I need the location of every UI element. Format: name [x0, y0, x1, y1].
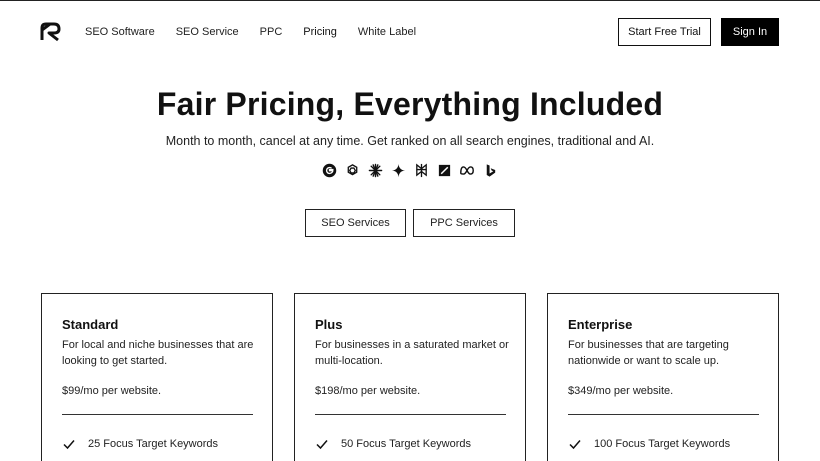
plan-feature-label: 25 Focus Target Keywords	[88, 438, 219, 450]
grok-icon	[436, 162, 452, 178]
ppc-services-button[interactable]: PPC Services	[413, 209, 515, 237]
main-nav: SEO Software SEO Service PPC Pricing Whi…	[85, 25, 437, 39]
plan-name: Standard	[62, 317, 119, 332]
plan-card-enterprise: Enterprise For businesses that are targe…	[547, 293, 779, 461]
nav-white-label[interactable]: White Label	[358, 25, 416, 39]
plan-name: Plus	[315, 317, 343, 332]
plan-card-standard: Standard For local and niche businesses …	[41, 293, 273, 461]
chatgpt-icon	[344, 162, 360, 178]
plan-price: $198/mo per website.	[315, 385, 421, 397]
divider	[568, 414, 759, 415]
plan-description: For businesses in a saturated market or …	[315, 339, 509, 367]
check-icon	[62, 437, 76, 451]
nav-seo-service[interactable]: SEO Service	[176, 25, 239, 39]
plan-feature-label: 100 Focus Target Keywords	[594, 438, 731, 450]
google-icon	[321, 162, 337, 178]
plan-name: Enterprise	[568, 317, 633, 332]
claude-icon	[367, 162, 383, 178]
plan-price: $99/mo per website.	[62, 385, 162, 397]
seo-services-button[interactable]: SEO Services	[305, 209, 406, 237]
meta-icon	[459, 162, 475, 178]
plan-feature: 100 Focus Target Keywords	[568, 437, 730, 451]
top-border	[0, 0, 820, 1]
plan-card-plus: Plus For businesses in a saturated marke…	[294, 293, 526, 461]
divider	[62, 414, 253, 415]
check-icon	[568, 437, 582, 451]
divider	[315, 414, 506, 415]
search-engine-icons	[321, 162, 498, 178]
plan-price: $349/mo per website.	[568, 385, 674, 397]
logo-icon[interactable]	[40, 22, 62, 42]
gemini-icon	[390, 162, 406, 178]
plan-feature-label: 50 Focus Target Keywords	[341, 438, 472, 450]
plan-description: For local and niche businesses that are …	[62, 339, 254, 367]
service-toggle: SEO Services PPC Services	[305, 209, 515, 237]
page-subtitle: Month to month, cancel at any time. Get …	[165, 134, 655, 148]
nav-ppc[interactable]: PPC	[260, 25, 283, 39]
check-icon	[315, 437, 329, 451]
nav-pricing[interactable]: Pricing	[303, 25, 337, 39]
start-free-trial-button[interactable]: Start Free Trial	[618, 18, 711, 46]
page-title: Fair Pricing, Everything Included	[156, 86, 664, 122]
perplexity-icon	[413, 162, 429, 178]
plan-feature: 25 Focus Target Keywords	[62, 437, 218, 451]
plan-description: For businesses that are targeting nation…	[568, 339, 729, 367]
plan-feature: 50 Focus Target Keywords	[315, 437, 471, 451]
nav-seo-software[interactable]: SEO Software	[85, 25, 155, 39]
bing-icon	[482, 162, 498, 178]
sign-in-button[interactable]: Sign In	[721, 18, 779, 46]
